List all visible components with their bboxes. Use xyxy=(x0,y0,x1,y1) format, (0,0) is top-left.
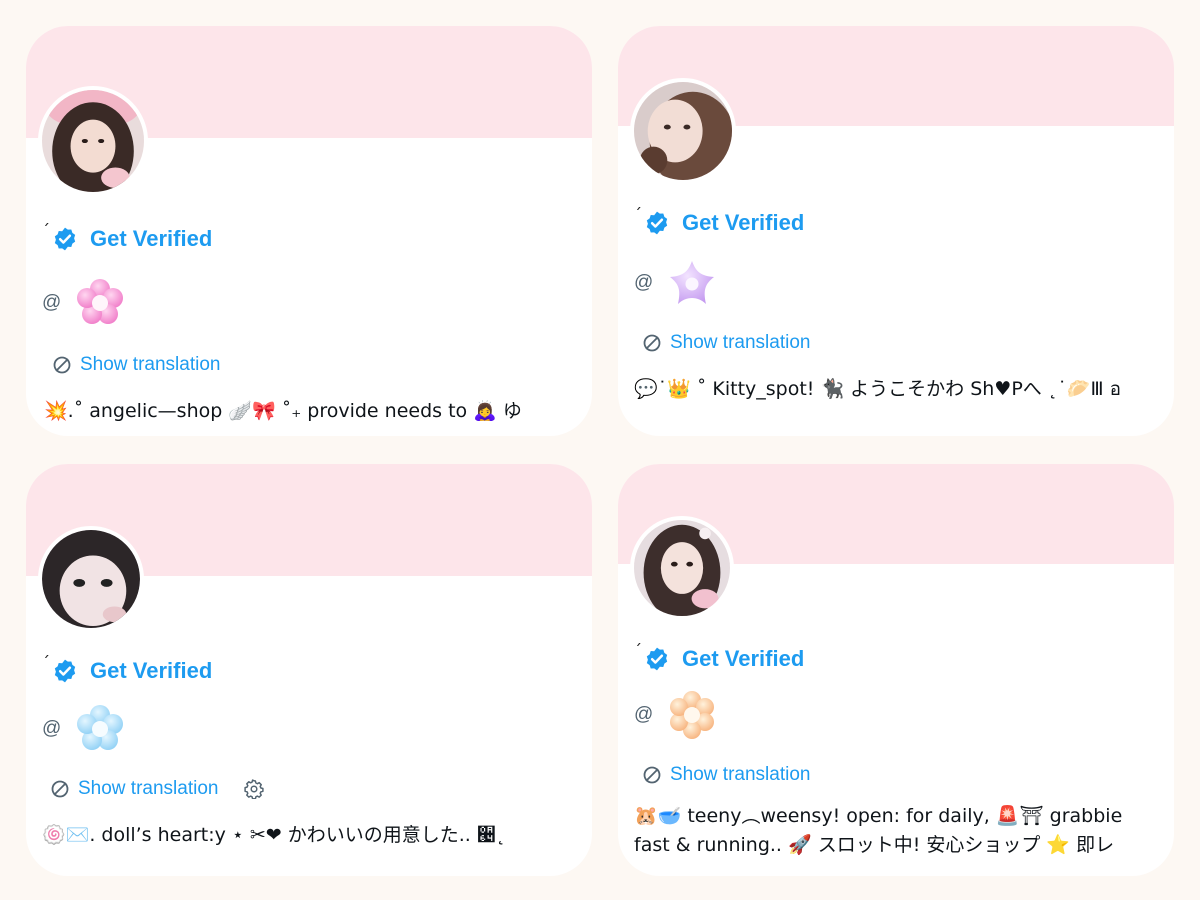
get-verified-link[interactable]: Get Verified xyxy=(682,210,804,236)
show-translation-button[interactable]: Show translation xyxy=(52,354,220,376)
bio-text: 🐹🥣 teeny︵weensy! open: for daily, 🚨⛩ gra… xyxy=(634,805,1123,857)
bio-text: 💥.˚ angelic—shop 🪽🎀 ˚₊ provide needs to … xyxy=(44,400,522,422)
pink-flower-icon xyxy=(77,279,124,324)
profile-card-3: ´ Get Verified @ Show translation 🍥✉️. d… xyxy=(26,464,592,876)
profile-card-4: ´ Get Verified @ Show translation 🐹🥣 tee… xyxy=(618,464,1174,876)
bio-text: 💬˙👑 ˚ Kitty_spot! 🐈‍⬛ ようこそかわ Sh♥Pへ ˛˙🥟Ⅲ … xyxy=(634,378,1122,400)
bio-text: 🍥✉️. doll’s heart:y ⋆ ✂︎❤ かわいいの用意した.. ੤˛ xyxy=(42,824,506,846)
translate-icon xyxy=(51,780,69,798)
lavender-star-flower-icon xyxy=(670,261,715,304)
get-verified-link[interactable]: Get Verified xyxy=(682,646,804,672)
tick-mark: ´ xyxy=(634,205,642,224)
avatar[interactable] xyxy=(630,78,736,184)
verified-badge-icon xyxy=(646,647,668,671)
avatar[interactable] xyxy=(630,516,734,620)
show-translation-label: Show translation xyxy=(670,332,811,353)
show-translation-button[interactable]: Show translation xyxy=(642,332,810,354)
show-translation-label: Show translation xyxy=(80,354,221,375)
tick-mark: ´ xyxy=(42,221,50,240)
gear-icon[interactable] xyxy=(244,779,265,799)
get-verified-link[interactable]: Get Verified xyxy=(90,226,212,252)
show-translation-label: Show translation xyxy=(670,764,811,785)
handle-prefix: @ xyxy=(42,292,62,313)
tick-mark: ´ xyxy=(634,641,642,660)
verified-badge-icon xyxy=(54,227,76,251)
show-translation-button[interactable]: Show translation xyxy=(642,764,810,786)
handle-prefix: @ xyxy=(634,272,654,293)
peach-flower-icon xyxy=(670,691,715,739)
handle-prefix: @ xyxy=(42,718,62,739)
blue-flower-icon xyxy=(77,705,124,750)
verified-badge-icon xyxy=(646,211,668,235)
handle-prefix: @ xyxy=(634,704,654,725)
profile-card-1: ´ Get Verified @ Show translation 💥.˚ an… xyxy=(26,26,592,436)
tick-mark: ´ xyxy=(42,653,50,672)
translate-icon xyxy=(53,356,71,374)
show-translation-button[interactable]: Show translation xyxy=(78,778,218,800)
profile-card-2: ´ Get Verified @ Show translation 💬˙👑 ˚ … xyxy=(618,26,1174,436)
avatar[interactable] xyxy=(38,526,144,632)
get-verified-link[interactable]: Get Verified xyxy=(90,658,212,684)
verified-badge-icon xyxy=(54,659,76,683)
avatar[interactable] xyxy=(38,86,148,196)
translate-icon xyxy=(643,334,661,352)
translate-icon xyxy=(643,766,661,784)
